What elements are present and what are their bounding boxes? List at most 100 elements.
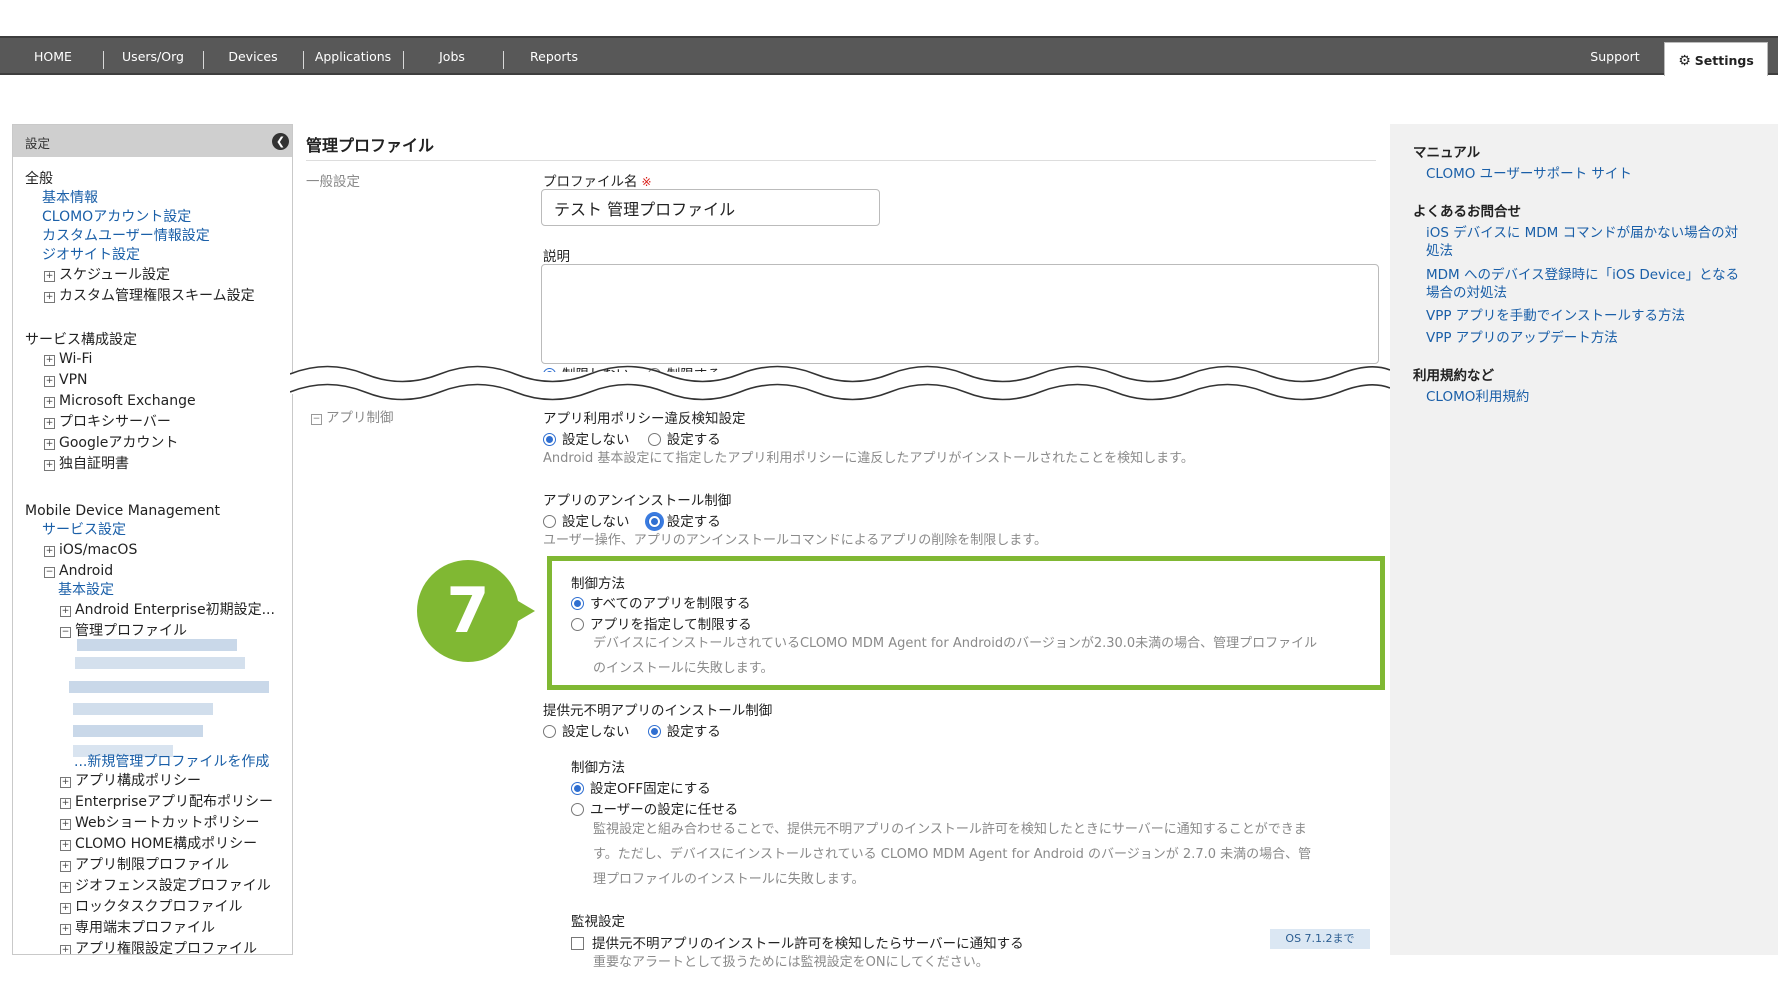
expand-icon[interactable]: + xyxy=(44,418,55,429)
sidebar-tree-android[interactable]: − Android xyxy=(44,562,113,580)
expand-icon[interactable]: + xyxy=(60,840,71,851)
sidebar-tree-custom-permission[interactable]: + カスタム管理権限スキーム設定 xyxy=(44,287,255,305)
sidebar-link-clomo-account[interactable]: CLOMOアカウント設定 xyxy=(42,208,191,226)
sidebar-tree-exchange[interactable]: + Microsoft Exchange xyxy=(44,392,196,410)
radio-icon[interactable] xyxy=(543,725,556,738)
expand-icon[interactable]: + xyxy=(60,945,71,954)
nav-users-org[interactable]: Users/Org xyxy=(110,38,196,73)
radio-icon[interactable] xyxy=(647,515,661,528)
help-sidebar: マニュアル CLOMO ユーザーサポート サイト よくあるお問合せ iOS デバ… xyxy=(1390,124,1778,955)
radio-unknown-on[interactable]: 設定する xyxy=(647,724,721,740)
profile-name-input[interactable] xyxy=(541,189,880,226)
sidebar-link-geosite[interactable]: ジオサイト設定 xyxy=(42,246,140,264)
expand-icon[interactable]: + xyxy=(44,271,55,282)
radio-user-setting[interactable]: ユーザーの設定に任せる xyxy=(571,798,738,818)
collapse-icon[interactable]: − xyxy=(44,567,55,578)
page-title: 管理プロファイル xyxy=(306,136,435,155)
sidebar-link-custom-user-info[interactable]: カスタムユーザー情報設定 xyxy=(42,227,210,245)
collapse-icon[interactable]: − xyxy=(60,627,71,638)
sidebar-tree-schedule[interactable]: + スケジュール設定 xyxy=(44,266,170,284)
sidebar-tree-app-permission[interactable]: + アプリ権限設定プロファイル xyxy=(60,940,257,954)
sidebar-tree-app-config[interactable]: + アプリ構成ポリシー xyxy=(60,772,201,790)
radio-restrict-all-apps[interactable]: すべてのアプリを制限する xyxy=(571,592,751,612)
radio-fixed-off[interactable]: 設定OFF固定にする xyxy=(571,777,711,797)
sidebar-tree-dedicated-device[interactable]: + 専用端末プロファイル xyxy=(60,919,215,937)
radio-icon[interactable] xyxy=(647,725,661,738)
gear-icon: ⚙ xyxy=(1678,53,1691,69)
faq-link-vpp-update[interactable]: VPP アプリのアップデート方法 xyxy=(1426,329,1618,347)
manual-link-support-site[interactable]: CLOMO ユーザーサポート サイト xyxy=(1426,165,1632,183)
radio-icon[interactable] xyxy=(647,433,661,446)
sidebar-tree-web-shortcut[interactable]: + Webショートカットポリシー xyxy=(60,814,260,832)
expand-icon[interactable]: + xyxy=(60,798,71,809)
nav-devices[interactable]: Devices xyxy=(212,38,294,73)
nav-home[interactable]: HOME xyxy=(20,38,86,73)
expand-icon[interactable]: + xyxy=(44,460,55,471)
expand-icon[interactable]: + xyxy=(44,355,55,366)
sidebar-tree-vpn[interactable]: + VPN xyxy=(44,371,88,389)
description-label: 説明 xyxy=(543,249,570,265)
sidebar-tree-android-enterprise[interactable]: + Android Enterprise初期設定... xyxy=(60,601,275,619)
nav-settings-tab[interactable]: ⚙ Settings xyxy=(1664,42,1768,76)
sidebar-tree-geofence[interactable]: + ジオフェンス設定プロファイル xyxy=(60,877,271,895)
collapse-icon[interactable]: − xyxy=(311,414,322,425)
monitor-checkbox[interactable] xyxy=(571,937,584,950)
sidebar-link-new-profile[interactable]: ...新規管理プロファイルを作成 xyxy=(74,753,269,771)
radio-icon[interactable] xyxy=(571,618,584,631)
expand-icon[interactable]: + xyxy=(44,397,55,408)
radio-icon[interactable] xyxy=(571,803,584,816)
nav-support[interactable]: Support xyxy=(1580,38,1650,73)
uninstall-label: アプリのアンインストール制御 xyxy=(543,493,732,509)
settings-sidebar: 設定 ❮ 全般 基本情報 CLOMOアカウント設定 カスタムユーザー情報設定 ジ… xyxy=(12,124,293,955)
faq-link-mdm-command[interactable]: iOS デバイスに MDM コマンドが届かない場合の対 処法 xyxy=(1426,224,1738,260)
sidebar-tree-proxy[interactable]: + プロキシサーバー xyxy=(44,413,171,431)
expand-icon[interactable]: + xyxy=(60,777,71,788)
expand-icon[interactable]: + xyxy=(60,924,71,935)
radio-icon[interactable] xyxy=(543,515,556,528)
nav-reports[interactable]: Reports xyxy=(510,38,598,73)
nav-applications[interactable]: Applications xyxy=(308,38,398,73)
sidebar-tree-google-account[interactable]: + Googleアカウント xyxy=(44,434,178,452)
faq-link-ios-device[interactable]: MDM へのデバイス登録時に「iOS Device」となる 場合の対処法 xyxy=(1426,266,1739,302)
description-textarea[interactable] xyxy=(541,264,1379,364)
expand-icon[interactable]: + xyxy=(60,882,71,893)
radio-icon[interactable] xyxy=(543,433,556,446)
nav-divider xyxy=(403,51,404,69)
expand-icon[interactable]: + xyxy=(44,376,55,387)
sidebar-link-service-settings[interactable]: サービス設定 xyxy=(42,521,126,539)
radio-policy-off[interactable]: 設定しない xyxy=(543,432,630,448)
monitor-checkbox-row[interactable]: 提供元不明アプリのインストール許可を検知したらサーバーに通知する xyxy=(571,932,1024,952)
faq-link-vpp-install[interactable]: VPP アプリを手動でインストールする方法 xyxy=(1426,307,1685,325)
expand-icon[interactable]: + xyxy=(60,861,71,872)
radio-uninstall-off[interactable]: 設定しない xyxy=(543,514,630,530)
sidebar-header: 設定 ❮ xyxy=(13,125,292,157)
policy-violation-radio-group: 設定しない 設定する xyxy=(543,428,735,448)
sidebar-tree-ios-macos[interactable]: + iOS/macOS xyxy=(44,541,137,559)
radio-unknown-off[interactable]: 設定しない xyxy=(543,724,630,740)
expand-icon[interactable]: + xyxy=(44,546,55,557)
sidebar-tree-managed-profile[interactable]: − 管理プロファイル xyxy=(60,622,187,640)
collapse-sidebar-icon[interactable]: ❮ xyxy=(272,133,289,150)
faq-heading: よくあるお問合せ xyxy=(1413,204,1521,220)
sidebar-tree-certificate[interactable]: + 独自証明書 xyxy=(44,455,129,473)
radio-icon[interactable] xyxy=(571,597,584,610)
sidebar-tree-enterprise-app[interactable]: + Enterpriseアプリ配布ポリシー xyxy=(60,793,273,811)
sidebar-tree-wifi[interactable]: + Wi-Fi xyxy=(44,350,92,368)
terms-link[interactable]: CLOMO利用規約 xyxy=(1426,388,1529,406)
expand-icon[interactable]: + xyxy=(60,606,71,617)
radio-policy-on[interactable]: 設定する xyxy=(647,432,721,448)
nav-jobs[interactable]: Jobs xyxy=(410,38,494,73)
sidebar-tree-lock-task[interactable]: + ロックタスクプロファイル xyxy=(60,898,242,916)
sidebar-tree-clomo-home[interactable]: + CLOMO HOME構成ポリシー xyxy=(60,835,257,853)
expand-icon[interactable]: + xyxy=(44,292,55,303)
radio-icon[interactable] xyxy=(571,782,584,795)
radio-restrict-specified-apps[interactable]: アプリを指定して制限する xyxy=(571,613,752,633)
sidebar-tree-app-restriction[interactable]: + アプリ制限プロファイル xyxy=(60,856,229,874)
radio-uninstall-on[interactable]: 設定する xyxy=(647,514,721,530)
sidebar-heading-service: サービス構成設定 xyxy=(25,332,137,348)
sidebar-link-android-basic[interactable]: 基本設定 xyxy=(58,581,114,599)
sidebar-link-basic-info[interactable]: 基本情報 xyxy=(42,189,98,207)
expand-icon[interactable]: + xyxy=(60,903,71,914)
expand-icon[interactable]: + xyxy=(60,819,71,830)
expand-icon[interactable]: + xyxy=(44,439,55,450)
